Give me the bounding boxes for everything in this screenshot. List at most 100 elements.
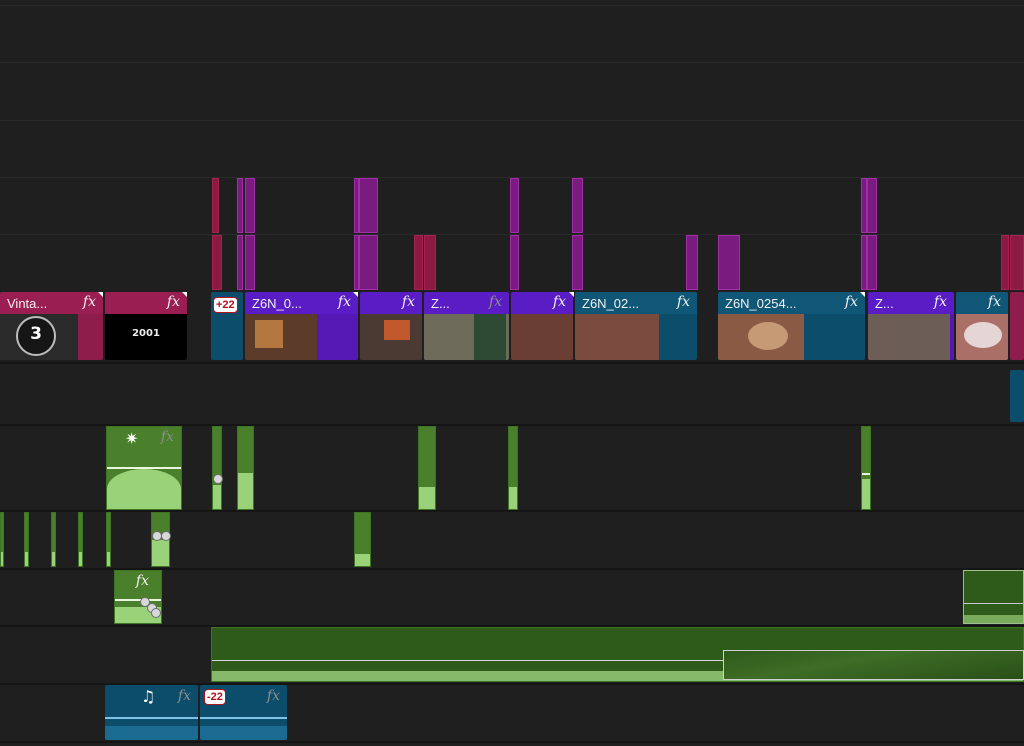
fx-icon[interactable]: fx <box>553 294 566 310</box>
overlay-clip[interactable] <box>414 235 423 290</box>
clip-header: fx <box>956 292 1008 314</box>
fx-icon[interactable]: fx <box>677 294 690 310</box>
audio-clip-small[interactable] <box>508 426 518 510</box>
video-clip-edge-lower[interactable] <box>1010 370 1024 422</box>
fade-region[interactable] <box>723 650 1024 680</box>
overlay-clip[interactable] <box>237 178 243 233</box>
countdown-dial: 3 <box>16 316 56 356</box>
audio-clip-tiny[interactable] <box>0 512 4 567</box>
video-clip-room[interactable]: fx <box>511 292 573 360</box>
fx-icon[interactable]: fx <box>178 688 191 704</box>
video-clip-cooking[interactable]: fx <box>360 292 422 360</box>
clip-name: Vinta... <box>7 296 48 311</box>
overlay-clip[interactable] <box>510 235 519 290</box>
waveform <box>107 469 181 509</box>
audio-clip-long-right[interactable] <box>963 570 1024 624</box>
overlay-clip[interactable] <box>867 178 877 233</box>
audio-clip-small[interactable] <box>237 426 254 510</box>
track-divider <box>0 62 1024 63</box>
overlay-clip[interactable] <box>686 235 698 290</box>
fx-icon[interactable]: fx <box>489 294 502 310</box>
clip-name: Z... <box>875 296 894 311</box>
audio-clip-small[interactable] <box>212 426 222 510</box>
keyframe-marker[interactable] <box>151 608 161 618</box>
audio-clip-music[interactable]: ♫ fx <box>105 685 198 740</box>
overlay-clip[interactable] <box>245 235 255 290</box>
clip-thumbnail: 2001 <box>105 314 187 360</box>
overlay-clip[interactable] <box>237 235 243 290</box>
fx-icon[interactable]: fx <box>83 294 96 310</box>
keyframe-marker[interactable] <box>213 474 223 484</box>
audio-clip-tiny[interactable] <box>51 512 56 567</box>
thumb-highlight <box>964 322 1002 348</box>
video-clip-z-2[interactable]: Z... fx <box>868 292 954 360</box>
video-clip-z6n-0254[interactable]: Z6N_0254... fx <box>718 292 865 360</box>
video-clip-plate[interactable]: fx <box>956 292 1008 360</box>
clip-name: Z... <box>431 296 450 311</box>
audio-clip-sparkle[interactable]: ✷ fx <box>106 426 182 510</box>
fx-icon[interactable]: fx <box>402 294 415 310</box>
video-clip-z6n-0[interactable]: Z6N_0... fx <box>245 292 358 360</box>
overlay-clip[interactable] <box>510 178 519 233</box>
track-divider <box>0 741 1024 743</box>
audio-clip-tiny[interactable] <box>24 512 29 567</box>
overlay-clip[interactable] <box>245 178 255 233</box>
video-clip-z6n-02[interactable]: Z6N_02... fx <box>575 292 697 360</box>
audio-clip-tiny[interactable] <box>354 512 371 567</box>
overlay-clip[interactable] <box>1010 235 1024 290</box>
waveform <box>1 552 3 566</box>
video-clip-edge[interactable] <box>1010 292 1024 360</box>
clip-thumbnail <box>956 314 1008 360</box>
audio-clip-small[interactable] <box>861 426 871 510</box>
clip-thumbnail <box>360 314 422 360</box>
clip-header: fx <box>360 292 422 314</box>
clip-header: fx <box>511 292 573 314</box>
overlay-clip[interactable] <box>867 235 877 290</box>
fx-icon[interactable]: fx <box>338 294 351 310</box>
clip-header: Z6N_0... fx <box>245 292 358 314</box>
fx-icon[interactable]: fx <box>167 294 180 310</box>
clip-corner-marker <box>569 292 574 297</box>
waveform <box>238 473 253 509</box>
waveform <box>862 479 870 509</box>
overlay-clip[interactable] <box>359 178 378 233</box>
waveform <box>419 487 435 509</box>
overlay-clip[interactable] <box>572 178 583 233</box>
overlay-clip[interactable] <box>212 178 219 233</box>
video-clip-transition[interactable]: +22 <box>211 292 243 360</box>
music-note-icon: ♫ <box>141 687 156 706</box>
clip-header: Vinta... fx <box>0 292 103 314</box>
thumb-highlight <box>748 322 788 350</box>
video-clip-2001[interactable]: fx 2001 <box>105 292 187 360</box>
overlay-clip[interactable] <box>1001 235 1009 290</box>
thumb-highlight <box>255 320 283 348</box>
clip-thumbnail <box>575 314 659 360</box>
overlay-clip[interactable] <box>718 235 740 290</box>
overlay-clip[interactable] <box>424 235 436 290</box>
overlay-clip[interactable] <box>572 235 583 290</box>
keyframe-marker[interactable] <box>161 531 171 541</box>
audio-clip-music-2[interactable]: -22 fx <box>200 685 287 740</box>
audio-clip-tiny[interactable] <box>106 512 111 567</box>
fx-icon[interactable]: fx <box>934 294 947 310</box>
volume-line <box>115 599 161 601</box>
fx-icon[interactable]: fx <box>161 429 174 445</box>
timeline[interactable]: Vinta... fx 3 fx 2001 +22 Z6N_0... fx fx <box>0 0 1024 746</box>
fx-icon[interactable]: fx <box>136 573 149 589</box>
waveform <box>355 554 370 566</box>
clip-thumbnail <box>718 314 804 360</box>
audio-clip-small[interactable] <box>418 426 436 510</box>
overlay-clip[interactable] <box>359 235 378 290</box>
overlay-clip[interactable] <box>212 235 222 290</box>
clip-header: Z6N_02... fx <box>575 292 697 314</box>
fx-icon[interactable]: fx <box>845 294 858 310</box>
clip-thumbnail <box>868 314 950 360</box>
fx-icon[interactable]: fx <box>988 294 1001 310</box>
year-text: 2001 <box>132 328 160 339</box>
audio-clip-tiny[interactable] <box>78 512 83 567</box>
clip-corner-marker <box>353 292 358 297</box>
track-divider <box>0 120 1024 121</box>
video-clip-z[interactable]: Z... fx <box>424 292 509 360</box>
fx-icon[interactable]: fx <box>267 688 280 704</box>
video-clip-vintage[interactable]: Vinta... fx 3 <box>0 292 103 360</box>
